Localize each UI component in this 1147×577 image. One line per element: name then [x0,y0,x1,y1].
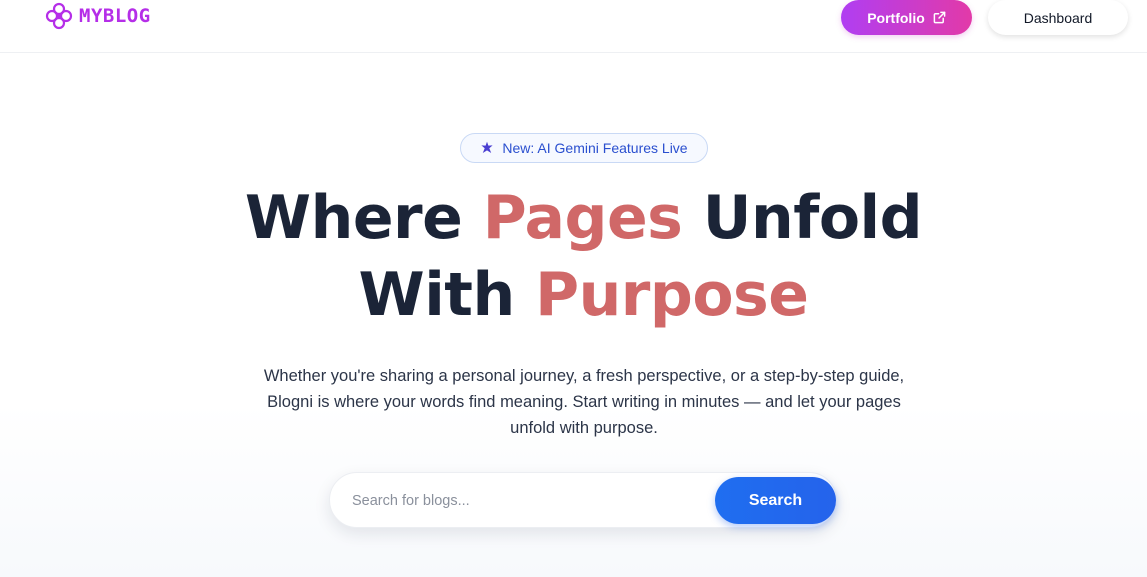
portfolio-label: Portfolio [867,9,925,26]
logo-text: MYBLOG [79,5,151,27]
flower-logo-icon [45,2,73,30]
announcement-badge[interactable]: New: AI Gemini Features Live [460,133,708,163]
hero-headline: Where Pages Unfold With Purpose [0,180,1147,334]
search-bar: Search [329,472,837,528]
page: MYBLOG Portfolio Dashboard New: AI Gemin… [0,0,1147,577]
logo[interactable]: MYBLOG [44,1,151,31]
sparkle-icon [481,141,494,153]
search-input[interactable] [352,487,712,515]
badge-text: New: AI Gemini Features Live [502,140,688,156]
portfolio-button[interactable]: Portfolio [841,0,972,35]
headline-line1-b: Unfold [682,183,923,253]
hero-description: Whether you're sharing a personal journe… [263,367,905,437]
external-link-icon [933,11,946,24]
headline-line1-a: Where [244,183,483,253]
headline-accent-purpose: Purpose [535,260,809,330]
headline-line2-a: With [358,260,536,330]
site-header: MYBLOG Portfolio Dashboard [0,0,1147,53]
dashboard-button[interactable]: Dashboard [988,0,1128,35]
search-button[interactable]: Search [715,477,836,524]
headline-accent-pages: Pages [482,183,683,253]
